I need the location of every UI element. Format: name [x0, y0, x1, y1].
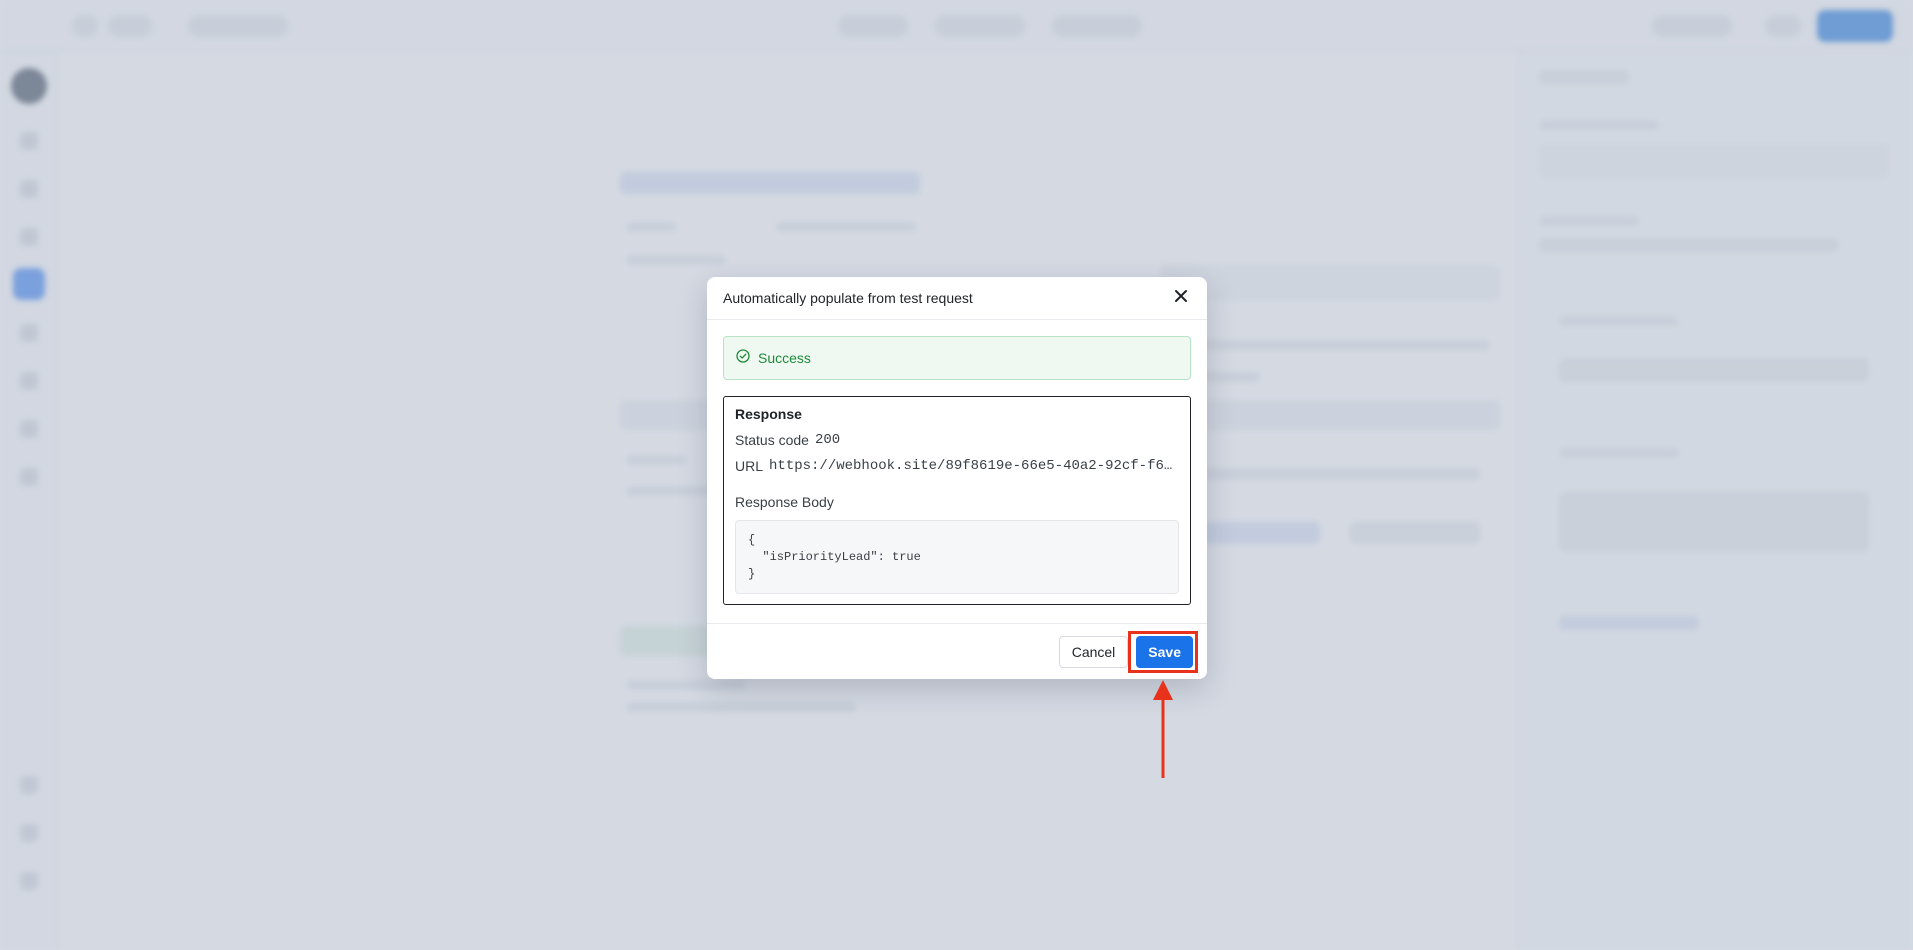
populate-dialog: Automatically populate from test request…: [707, 277, 1207, 679]
save-highlight-box: [1128, 631, 1198, 673]
url-label: URL: [735, 458, 764, 474]
success-text: Success: [758, 350, 811, 366]
status-code-label: Status code: [735, 432, 809, 448]
response-panel: Response Status code 200 URL https://web…: [723, 396, 1191, 605]
status-code-value: 200: [814, 432, 841, 448]
url-value: https://webhook.site/89f8619e-66e5-40a2-…: [769, 458, 1173, 474]
dialog-header: Automatically populate from test request: [707, 277, 1207, 320]
check-circle-icon: [736, 348, 750, 368]
response-heading: Response: [735, 406, 802, 422]
dialog-body: Success Response Status code 200 URL htt…: [707, 320, 1207, 605]
close-icon: [1174, 289, 1188, 308]
response-body-label: Response Body: [735, 494, 834, 510]
status-code-row: Status code 200: [735, 432, 1179, 448]
url-row: URL https://webhook.site/89f8619e-66e5-4…: [735, 458, 1179, 474]
dialog-title: Automatically populate from test request: [723, 290, 973, 306]
cancel-button[interactable]: Cancel: [1058, 635, 1129, 668]
success-banner: Success: [723, 336, 1191, 380]
response-body-code: { "isPriorityLead": true }: [735, 520, 1179, 594]
arrow-up-icon: [1151, 680, 1175, 785]
close-button[interactable]: [1171, 288, 1191, 308]
